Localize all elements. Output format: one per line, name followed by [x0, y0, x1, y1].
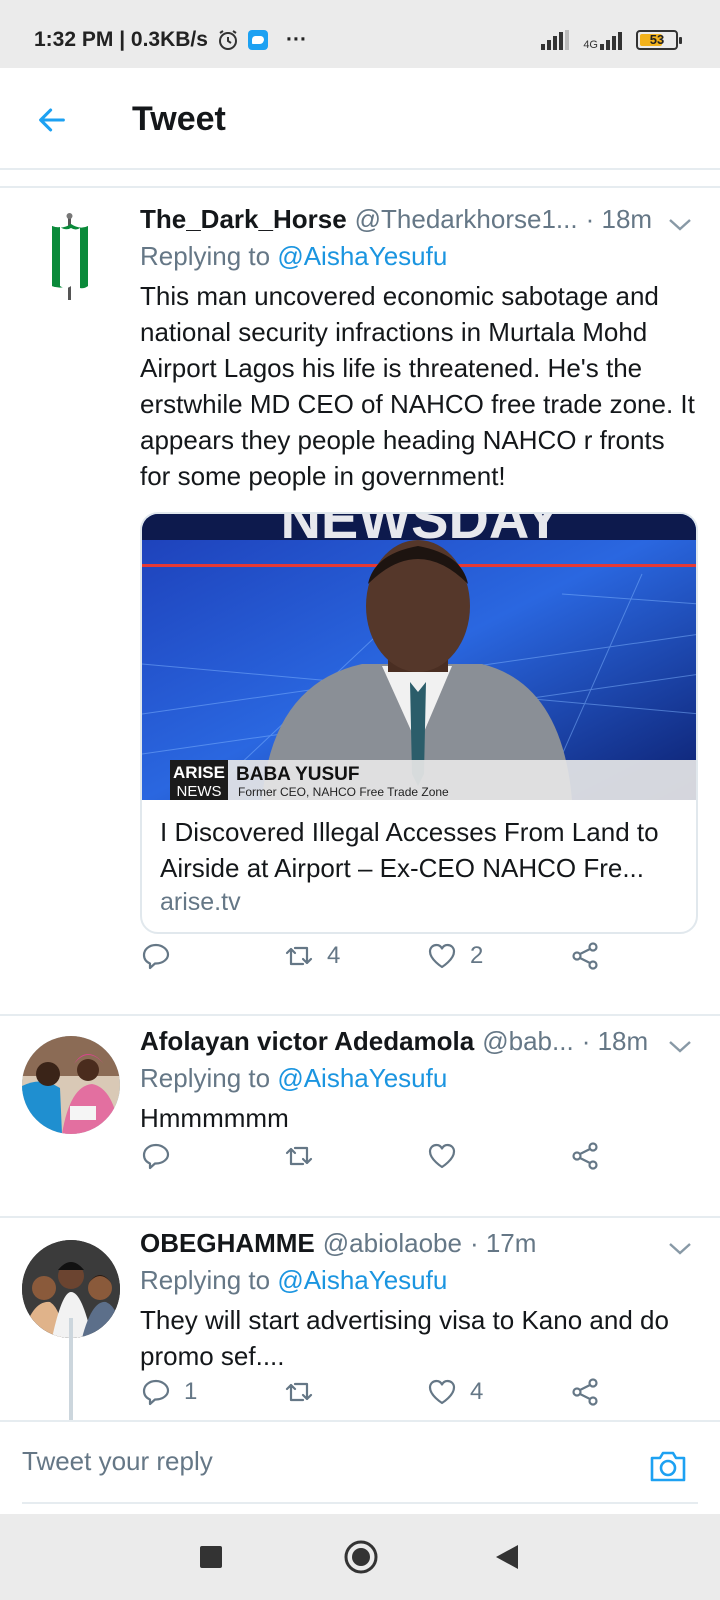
page-title: Tweet: [132, 100, 226, 138]
circle-icon: [344, 1540, 378, 1574]
author-name[interactable]: Afolayan victor Adedamola: [140, 1026, 474, 1057]
author-handle: @Thedarkhorse1...: [354, 204, 578, 234]
arise-logo: ARISE: [173, 763, 225, 782]
replying-label: Replying to: [140, 1265, 271, 1295]
author-handle: @bab...: [482, 1026, 574, 1056]
reply-count: 1: [184, 1378, 198, 1405]
heart-icon: [428, 1379, 456, 1405]
status-time: 1:32 PM | 0.3KB/s: [34, 28, 208, 51]
lower-third-name: BABA YUSUF: [236, 764, 360, 785]
couple-photo-avatar: [22, 1036, 120, 1134]
chevron-down-icon[interactable]: [666, 1036, 694, 1056]
card-image: NEWSDAY ARISE NEWS BABA YUSUF Former CEO…: [142, 514, 696, 800]
chevron-down-icon[interactable]: [666, 214, 694, 234]
mention-link[interactable]: @AishaYesufu: [277, 1063, 447, 1093]
author-handle: @abiolaobe: [322, 1228, 462, 1258]
retweet-button[interactable]: 4: [283, 940, 426, 972]
reply-input[interactable]: Tweet your reply: [22, 1446, 213, 1477]
replying-label: Replying to: [140, 241, 271, 271]
tweet-time: · 17m: [469, 1228, 537, 1258]
tweet-time: · 18m: [581, 1026, 649, 1056]
nigeria-flag-avatar: [52, 213, 88, 300]
link-card[interactable]: NEWSDAY ARISE NEWS BABA YUSUF Former CEO…: [140, 512, 698, 934]
heart-icon: [428, 943, 456, 969]
mention-link[interactable]: @AishaYesufu: [277, 1265, 447, 1295]
tweet[interactable]: The_Dark_Horse @Thedarkhorse1... · 18m R…: [0, 186, 720, 1016]
tweet-actions: 1 4: [140, 1376, 712, 1408]
reply-button[interactable]: [140, 1140, 283, 1172]
triangle-back-icon: [496, 1545, 518, 1569]
like-count: 2: [470, 942, 484, 969]
share-button[interactable]: [569, 940, 712, 972]
like-count: 4: [470, 1378, 484, 1405]
tweet[interactable]: OBEGHAMME @abiolaobe · 17m Replying to @…: [0, 1218, 720, 1420]
reply-icon: [142, 1379, 170, 1406]
lower-third-role: Former CEO, NAHCO Free Trade Zone: [238, 785, 449, 799]
signal-icon: [541, 30, 570, 50]
reply-icon: [142, 1143, 170, 1170]
retweet-button[interactable]: [283, 1140, 426, 1172]
network-type: 4G: [583, 39, 598, 51]
author-name[interactable]: OBEGHAMME: [140, 1228, 315, 1259]
battery-icon: 53: [636, 30, 682, 50]
avatar[interactable]: [22, 1036, 120, 1134]
tweet-actions: 4 2: [140, 940, 712, 972]
mention-link[interactable]: @AishaYesufu: [277, 241, 447, 271]
recents-button[interactable]: [190, 1536, 232, 1578]
news-logo-text: NEWS: [177, 783, 222, 800]
like-button[interactable]: 2: [426, 940, 569, 972]
share-button[interactable]: [569, 1140, 712, 1172]
retweet-count: 4: [327, 942, 341, 969]
thread-line: [69, 1318, 73, 1420]
reply-button[interactable]: 1: [140, 1376, 283, 1408]
author-name[interactable]: The_Dark_Horse: [140, 204, 347, 235]
reply-icon: [142, 943, 170, 970]
system-nav-bar: [0, 1514, 720, 1600]
retweet-button[interactable]: [283, 1376, 426, 1408]
tweet-text: They will start advertising visa to Kano…: [140, 1305, 669, 1371]
avatar[interactable]: [22, 204, 120, 302]
reply-button[interactable]: [140, 940, 283, 972]
retweet-icon: [285, 1146, 313, 1166]
tweet[interactable]: Afolayan victor Adedamola @bab... · 18m …: [0, 1016, 720, 1218]
camera-button[interactable]: [646, 1444, 690, 1488]
chevron-down-icon[interactable]: [666, 1238, 694, 1258]
tweet-text: Hmmmmmm: [140, 1103, 289, 1133]
alarm-icon: [218, 30, 237, 50]
retweet-icon: [285, 1382, 313, 1402]
like-button[interactable]: [426, 1140, 569, 1172]
camera-icon: [650, 1451, 686, 1482]
battery-level: 53: [649, 32, 665, 47]
tweet-actions: [140, 1140, 712, 1172]
retweet-icon: [285, 946, 313, 966]
divider: [22, 1502, 698, 1504]
more-notifications-icon: ···: [285, 28, 307, 51]
signal-4g-icon: [600, 30, 622, 50]
share-icon: [572, 942, 598, 970]
arrow-left-icon: [39, 108, 65, 132]
reply-composer: Tweet your reply: [0, 1420, 720, 1514]
heart-icon: [428, 1143, 456, 1169]
share-icon: [572, 1378, 598, 1406]
card-title: I Discovered Illegal Accesses From Land …: [160, 817, 659, 883]
back-button[interactable]: [30, 98, 74, 142]
app-bar: Tweet: [0, 68, 720, 170]
square-icon: [200, 1546, 222, 1568]
back-nav-button[interactable]: [486, 1536, 528, 1578]
share-icon: [572, 1142, 598, 1170]
twitter-notification-icon: [247, 30, 268, 50]
tweet-text: This man uncovered economic sabotage and…: [140, 281, 695, 491]
home-button[interactable]: [340, 1536, 382, 1578]
replying-label: Replying to: [140, 1063, 271, 1093]
status-bar: 1:32 PM | 0.3KB/s ··· 4G 53: [0, 0, 720, 68]
tweet-time: · 18m: [585, 204, 653, 234]
share-button[interactable]: [569, 1376, 712, 1408]
like-button[interactable]: 4: [426, 1376, 569, 1408]
card-domain: arise.tv: [160, 888, 241, 916]
